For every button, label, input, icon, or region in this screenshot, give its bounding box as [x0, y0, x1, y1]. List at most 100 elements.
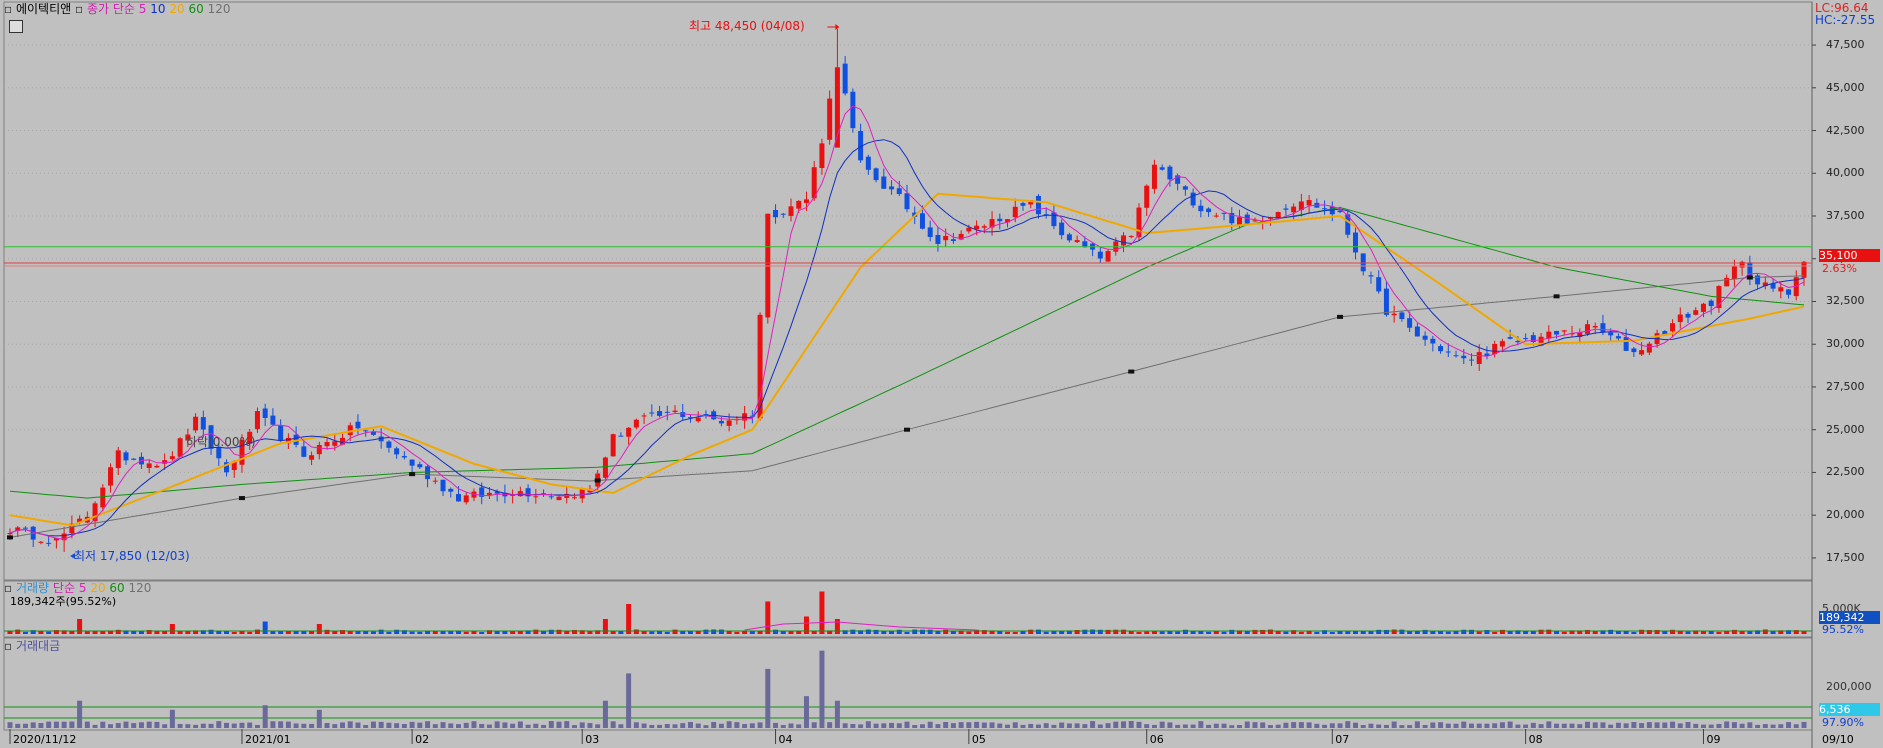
volume-bar: [378, 629, 384, 634]
amount-bar: [989, 722, 995, 728]
amount-bar: [486, 724, 492, 728]
candle-body: [904, 193, 910, 210]
amount-bar: [1608, 724, 1614, 728]
amount-bar: [1793, 724, 1799, 728]
amount-bar: [1329, 723, 1335, 728]
volume-bar: [347, 631, 353, 634]
amount-bar: [247, 722, 253, 728]
amount-bar: [842, 723, 848, 728]
amount-bar: [69, 721, 75, 728]
menu-box-icon[interactable]: ▫: [4, 581, 12, 595]
amount-bar: [332, 724, 338, 728]
candle-body: [788, 206, 794, 216]
amount-bar: [200, 723, 206, 728]
amount-bar: [672, 724, 678, 728]
amount-bar: [448, 723, 454, 728]
amount-bar: [865, 721, 871, 728]
candle-body: [409, 459, 415, 466]
ma-marker: [1128, 369, 1135, 374]
stock-chart-svg: [3, 1, 1816, 748]
amount-bar: [370, 721, 376, 728]
volume-bar: [1608, 629, 1614, 634]
amount-bar: [1252, 722, 1258, 728]
candle-body: [1499, 341, 1505, 347]
candle-body: [881, 176, 887, 189]
vol-ma20-label: 20: [90, 581, 106, 595]
volume-bar: [270, 631, 276, 634]
candle-body: [1198, 205, 1204, 212]
menu-box-icon[interactable]: ▫: [4, 2, 12, 16]
candle-body: [1121, 235, 1127, 246]
candle-body: [1074, 240, 1080, 243]
volume-bar: [394, 629, 400, 634]
volume-bar: [1144, 631, 1150, 634]
candle-body: [1353, 232, 1358, 253]
volume-bar: [773, 629, 779, 634]
amount-bar: [1043, 723, 1049, 728]
volume-bar: [1035, 629, 1041, 634]
candle-body: [1391, 313, 1397, 316]
volume-bar: [633, 629, 639, 634]
candle-body: [1453, 355, 1459, 357]
candle-body: [1051, 212, 1057, 227]
amount-bar: [1244, 721, 1250, 728]
amount-bar: [185, 724, 191, 728]
price-legend: ▫ 에이텍티앤 ▫ 종가 단순 5 10 20 60 120: [4, 2, 230, 16]
amount-bar: [1592, 722, 1598, 728]
candle-body: [1608, 332, 1614, 336]
volume-bar: [1476, 631, 1482, 634]
amount-bar: [417, 722, 423, 728]
menu-box-icon[interactable]: ▫: [75, 2, 83, 16]
candle-body: [726, 420, 732, 426]
price-tick-label: 37,500: [1826, 209, 1865, 222]
amount-bar: [765, 668, 771, 728]
candle-body: [610, 434, 616, 457]
candle-body: [1507, 337, 1513, 339]
amount-bar: [1654, 722, 1660, 728]
candle-body: [386, 441, 392, 448]
amount-bar: [579, 722, 585, 728]
volume-bar: [896, 629, 902, 634]
ma20-label: 20: [169, 2, 185, 16]
amount-bar: [1499, 722, 1505, 728]
candle-body: [1151, 164, 1157, 189]
high-price-note: 최고 48,450 (04/08): [689, 19, 805, 33]
grid-toggle-icon[interactable]: [9, 20, 23, 33]
volume-bar: [904, 631, 910, 634]
amount-bar: [378, 721, 384, 728]
candle-body: [1639, 350, 1645, 355]
candle-body: [131, 458, 137, 460]
volume-bar: [1005, 631, 1011, 634]
volume-bar: [1376, 629, 1382, 634]
date-label: 07: [1335, 733, 1350, 746]
volume-bar: [1121, 629, 1127, 634]
volume-bar: [974, 629, 980, 634]
candle-body: [602, 457, 608, 478]
amount-bar: [1407, 725, 1413, 728]
amount-bar: [1090, 721, 1096, 728]
price-tick-label: 22,500: [1826, 465, 1865, 479]
amount-bar: [440, 722, 446, 728]
price-tick-label: 25,000: [1826, 422, 1865, 436]
candle-body: [177, 438, 183, 457]
amount-bar: [943, 722, 949, 728]
amount-bar: [1438, 722, 1444, 728]
amount-bar: [850, 723, 856, 728]
amount-bar: [1445, 723, 1451, 728]
volume-bar: [69, 631, 75, 634]
candle-body: [1670, 323, 1676, 332]
menu-box-icon[interactable]: ▫: [4, 639, 12, 653]
candle-body: [1167, 166, 1173, 180]
candle-body: [1182, 186, 1188, 190]
candle-body: [981, 226, 987, 228]
amount-bar: [154, 721, 160, 728]
amount-bar: [1677, 723, 1683, 728]
candle-body: [1383, 288, 1389, 315]
volume-bar: [703, 629, 709, 634]
volume-bar: [664, 631, 670, 634]
amount-bar: [456, 724, 461, 728]
amount-bar: [84, 721, 90, 728]
amount-bar: [131, 723, 137, 728]
amount-bar: [834, 700, 840, 728]
volume-bar: [1345, 631, 1351, 634]
